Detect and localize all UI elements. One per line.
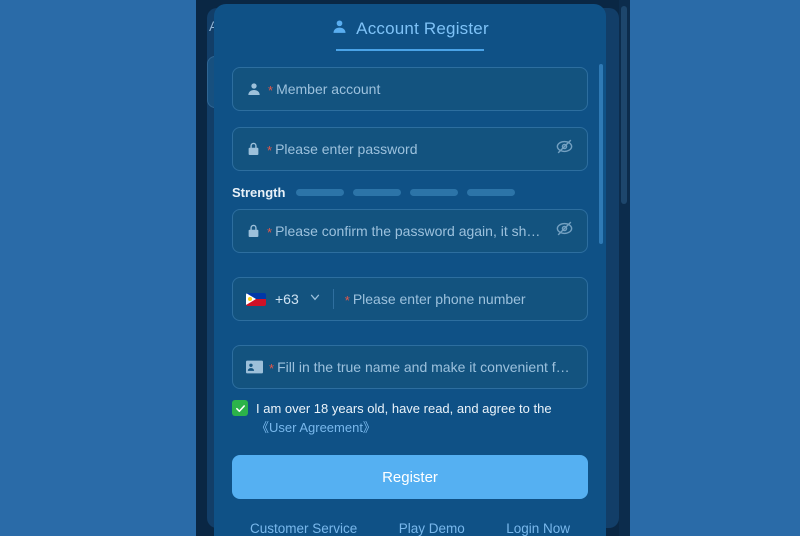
modal-title-row: Account Register [331,18,489,40]
required-asterisk: * [269,360,275,376]
required-asterisk: * [267,142,273,158]
user-agreement-link[interactable]: 《User Agreement》 [256,420,376,435]
strength-segment [296,189,345,196]
user-icon [246,81,262,97]
agreement-checkbox[interactable] [232,400,248,416]
modal-header: Account Register [232,4,588,51]
register-button[interactable]: Register [232,455,588,499]
member-account-field[interactable]: * Member account [232,67,588,111]
real-name-input[interactable]: Fill in the true name and make it conven… [277,359,574,375]
account-register-modal: Account Register * Member account * Plea… [214,4,606,536]
chevron-down-icon[interactable] [308,290,322,309]
required-asterisk: * [268,82,274,98]
id-card-icon [246,360,263,374]
lock-icon [246,141,261,157]
page-title: Account Register [356,19,489,38]
login-now-link[interactable]: Login Now [506,521,570,536]
member-account-input[interactable]: Member account [276,81,574,97]
real-name-field[interactable]: * Fill in the true name and make it conv… [232,345,588,389]
strength-segment [353,189,402,196]
footer-links: Customer Service Play Demo Login Now [232,521,588,536]
password-input[interactable]: Please enter password [275,141,547,157]
phone-number-input[interactable]: Please enter phone number [353,291,574,307]
strength-segment [467,189,516,196]
password-field[interactable]: * Please enter password [232,127,588,171]
lock-icon [246,223,261,239]
phone-field[interactable]: +63 * Please enter phone number [232,277,588,321]
required-asterisk: * [267,224,273,240]
philippines-flag-icon [246,292,266,306]
password-strength-indicator: Strength [232,185,588,200]
play-demo-link[interactable]: Play Demo [399,521,465,536]
age-agreement-row[interactable]: I am over 18 years old, have read, and a… [232,399,588,437]
strength-segment [410,189,459,196]
strength-label: Strength [232,185,286,200]
user-icon [331,18,348,40]
agreement-statement: I am over 18 years old, have read, and a… [256,401,552,416]
required-asterisk: * [344,292,350,308]
confirm-password-input[interactable]: Please confirm the password again, it sh… [275,223,547,239]
country-code-selector[interactable]: +63 [233,278,333,320]
title-underline [336,49,484,51]
country-code-value: +63 [275,291,299,307]
agreement-text: I am over 18 years old, have read, and a… [256,399,588,437]
page-scrollbar-thumb[interactable] [621,6,627,204]
eye-off-icon[interactable] [555,219,574,243]
confirm-password-field[interactable]: * Please confirm the password again, it … [232,209,588,253]
customer-service-link[interactable]: Customer Service [250,521,357,536]
eye-off-icon[interactable] [555,137,574,161]
